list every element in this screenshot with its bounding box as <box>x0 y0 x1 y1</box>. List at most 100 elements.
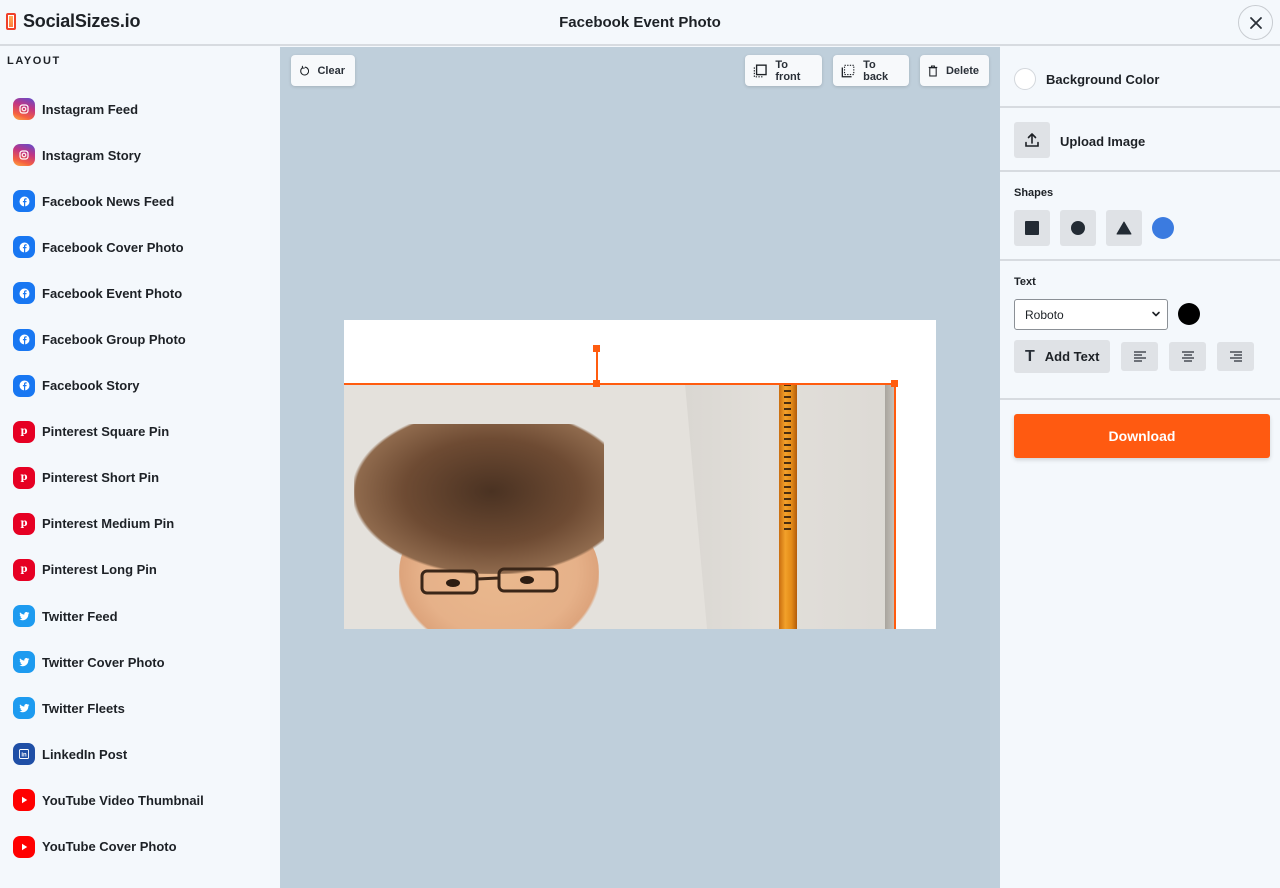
layout-item-label: YouTube Video Thumbnail <box>42 792 204 808</box>
reset-icon <box>300 65 310 75</box>
upload-section: Upload Image <box>1000 108 1280 172</box>
twitter-icon <box>13 605 35 628</box>
instagram-icon <box>13 144 35 167</box>
pinterest-icon: p <box>13 466 35 489</box>
layout-item-youtube-cover-photo[interactable]: YouTube Cover Photo <box>0 824 280 870</box>
layout-item-linkedin-post[interactable]: in LinkedIn Post <box>0 731 280 777</box>
background-section: Background Color <box>1000 47 1280 108</box>
align-center-button[interactable] <box>1169 342 1206 371</box>
layout-item-label: YouTube Cover Photo <box>42 839 177 855</box>
layout-item-label: Twitter Feed <box>42 608 118 624</box>
align-left-button[interactable] <box>1121 342 1158 371</box>
layout-item-label: Pinterest Medium Pin <box>42 516 175 532</box>
delete-label: Delete <box>945 64 979 77</box>
upload-image-button[interactable] <box>1014 122 1050 158</box>
close-icon <box>1249 16 1262 29</box>
text-icon: T <box>1025 347 1035 365</box>
facebook-icon <box>13 190 35 213</box>
delete-button[interactable]: Delete <box>920 55 989 86</box>
upload-image-label: Upload Image <box>1060 134 1146 149</box>
layout-item-instagram-story[interactable]: Instagram Story <box>0 132 280 178</box>
background-color-swatch[interactable] <box>1014 68 1036 90</box>
layout-item-twitter-fleets[interactable]: Twitter Fleets <box>0 685 280 731</box>
layout-item-label: Pinterest Square Pin <box>42 424 170 440</box>
text-section: Text Roboto T Add Text <box>1000 261 1280 400</box>
layout-item-pinterest-short-pin[interactable]: p Pinterest Short Pin <box>0 455 280 501</box>
linkedin-icon: in <box>13 743 35 766</box>
chevron-down-icon <box>1152 311 1160 317</box>
layout-item-twitter-cover-photo[interactable]: Twitter Cover Photo <box>0 639 280 685</box>
photo-glasses <box>420 567 559 595</box>
to-front-button[interactable]: To front <box>745 55 822 86</box>
layout-item-pinterest-square-pin[interactable]: p Pinterest Square Pin <box>0 409 280 455</box>
layout-item-facebook-news-feed[interactable]: Facebook News Feed <box>0 178 280 224</box>
layout-item-pinterest-long-pin[interactable]: p Pinterest Long Pin <box>0 547 280 593</box>
layout-item-pinterest-medium-pin[interactable]: p Pinterest Medium Pin <box>0 501 280 547</box>
twitter-icon <box>13 651 35 674</box>
sidebar-heading: LAYOUT <box>7 55 61 67</box>
pinterest-icon: p <box>13 512 35 535</box>
design-canvas[interactable] <box>344 320 936 629</box>
send-to-back-icon <box>841 64 855 77</box>
bring-to-front-icon <box>753 63 767 77</box>
font-select-value: Roboto <box>1025 307 1064 322</box>
facebook-icon <box>13 236 35 259</box>
selection-border-top <box>344 383 895 385</box>
twitter-icon <box>13 697 35 720</box>
layout-item-facebook-cover-photo[interactable]: Facebook Cover Photo <box>0 224 280 270</box>
background-color-label: Background Color <box>1046 72 1160 87</box>
properties-panel: Background Color Upload Image Shapes Tex… <box>1000 47 1280 888</box>
clear-button[interactable]: Clear <box>291 55 355 86</box>
layout-item-label: Pinterest Long Pin <box>42 562 157 578</box>
layout-item-label: Twitter Fleets <box>42 700 125 716</box>
rotation-handle-stem <box>596 349 598 384</box>
layout-item-instagram-feed[interactable]: Instagram Feed <box>0 86 280 132</box>
align-right-icon <box>1229 350 1242 362</box>
to-front-label: To front <box>775 58 801 83</box>
youtube-icon <box>13 789 35 812</box>
add-text-button[interactable]: T Add Text <box>1014 340 1110 373</box>
shapes-title: Shapes <box>1014 187 1054 199</box>
layout-item-twitter-feed[interactable]: Twitter Feed <box>0 593 280 639</box>
resize-handle-top-right[interactable] <box>891 380 898 387</box>
layout-item-facebook-group-photo[interactable]: Facebook Group Photo <box>0 316 280 362</box>
page-title: Facebook Event Photo <box>559 14 721 31</box>
app-header: SocialSizes.io Facebook Event Photo <box>0 0 1280 46</box>
layout-sidebar: LAYOUT Instagram Feed Instagram Story Face… <box>0 47 280 888</box>
layout-item-facebook-story[interactable]: Facebook Story <box>0 363 280 409</box>
layout-item-youtube-video-thumbnail[interactable]: YouTube Video Thumbnail <box>0 777 280 823</box>
triangle-icon <box>1116 221 1132 235</box>
uploaded-image[interactable] <box>344 384 895 629</box>
download-button[interactable]: Download <box>1014 414 1270 458</box>
facebook-icon <box>13 282 35 305</box>
photo-pencil-print <box>784 384 791 534</box>
selection-border-right <box>894 383 896 629</box>
rotate-handle[interactable] <box>593 345 600 352</box>
photo-hair <box>354 424 604 574</box>
layout-item-label: LinkedIn Post <box>42 746 128 762</box>
layout-item-label: Instagram Feed <box>42 101 139 117</box>
shape-color-swatch[interactable] <box>1152 217 1174 239</box>
facebook-icon <box>13 374 35 397</box>
font-family-select[interactable]: Roboto <box>1014 299 1168 330</box>
to-back-label: To back <box>863 58 889 83</box>
trash-icon <box>928 64 938 77</box>
upload-icon <box>1025 133 1039 147</box>
text-color-swatch[interactable] <box>1178 303 1200 325</box>
add-square-button[interactable] <box>1014 210 1050 246</box>
clear-label: Clear <box>317 64 345 77</box>
layout-item-label: Twitter Cover Photo <box>42 654 165 670</box>
add-circle-button[interactable] <box>1060 210 1096 246</box>
add-triangle-button[interactable] <box>1106 210 1142 246</box>
layout-item-facebook-event-photo[interactable]: Facebook Event Photo <box>0 270 280 316</box>
resize-handle-top-center[interactable] <box>593 380 600 387</box>
close-button[interactable] <box>1238 5 1273 40</box>
add-text-label: Add Text <box>1044 349 1100 364</box>
pinterest-icon: p <box>13 558 35 581</box>
to-back-button[interactable]: To back <box>833 55 909 86</box>
layout-item-label: Facebook Cover Photo <box>42 239 184 255</box>
align-center-icon <box>1181 350 1194 362</box>
layout-item-label: Facebook Story <box>42 378 140 394</box>
align-left-icon <box>1133 350 1146 362</box>
align-right-button[interactable] <box>1217 342 1254 371</box>
